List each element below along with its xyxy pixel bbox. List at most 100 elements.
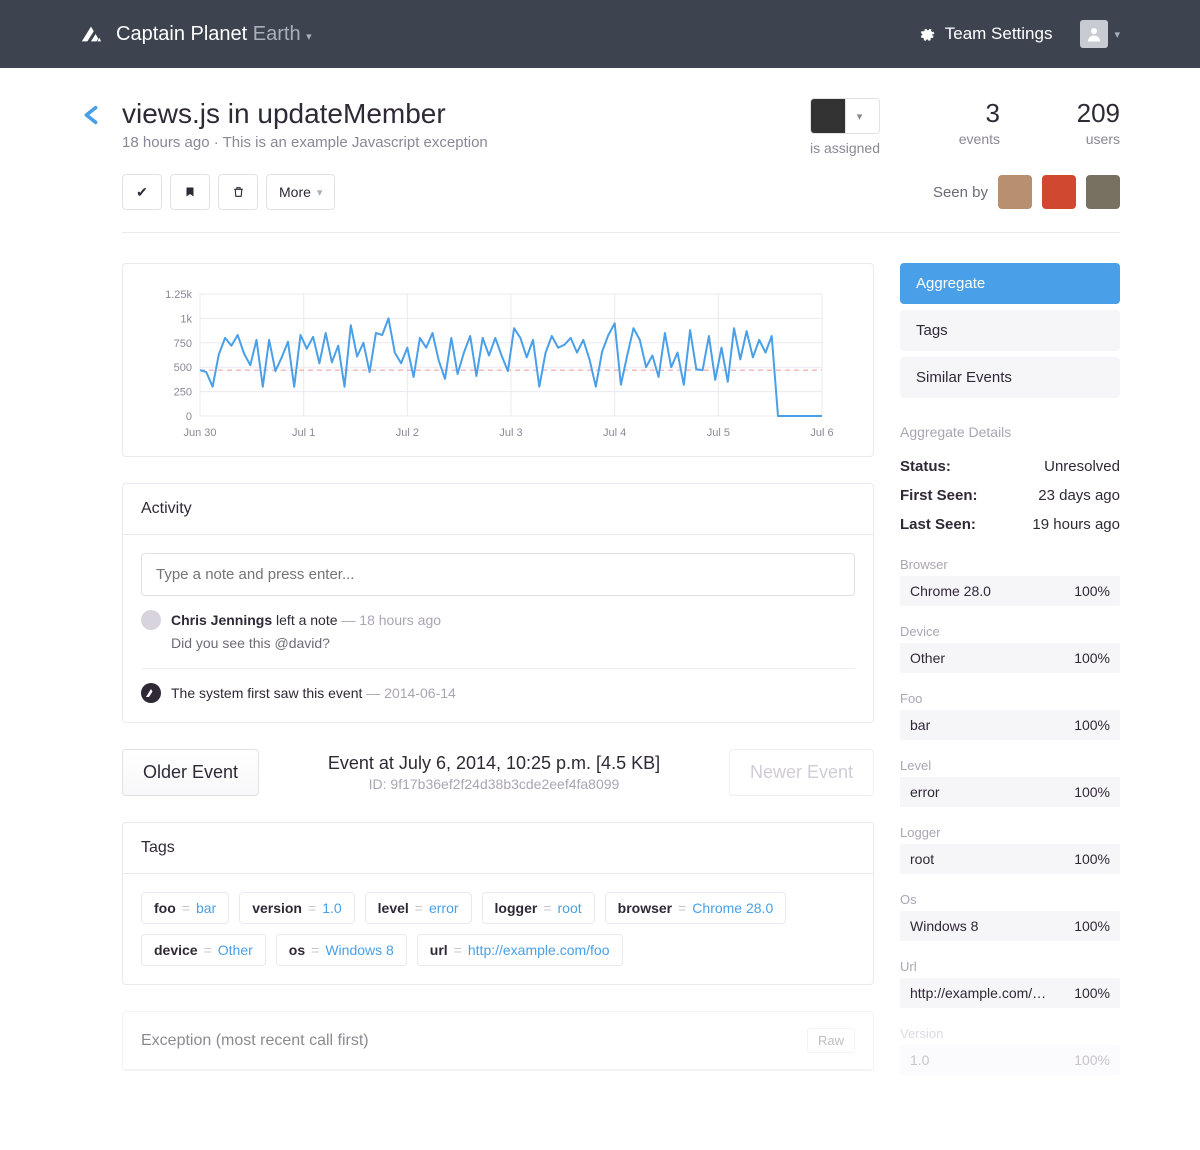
bookmark-button[interactable] — [170, 174, 210, 210]
user-menu[interactable]: ▾ — [1080, 20, 1120, 48]
activity-title: Activity — [123, 484, 873, 535]
chevron-down-icon: ▾ — [306, 31, 312, 43]
resolve-button[interactable]: ✔ — [122, 174, 162, 210]
tag-pill[interactable]: logger=root — [482, 892, 595, 924]
tag-pill[interactable]: url=http://example.com/foo — [417, 934, 623, 966]
facet-row[interactable]: root100% — [900, 844, 1120, 874]
svg-text:Jul 5: Jul 5 — [707, 427, 730, 439]
activity-panel: Activity Chris Jennings left a note — 18… — [122, 483, 874, 723]
chevron-left-icon — [80, 100, 102, 130]
seen-avatar[interactable] — [1042, 175, 1076, 209]
assignee-dropdown[interactable]: ▾ — [810, 98, 880, 134]
facet-row[interactable]: Windows 8100% — [900, 911, 1120, 941]
facet-title: Foo — [900, 691, 1120, 706]
svg-text:Jul 6: Jul 6 — [810, 427, 833, 439]
users-label: users — [1050, 131, 1120, 147]
delete-button[interactable] — [218, 174, 258, 210]
more-label: More — [279, 184, 311, 200]
facet-row[interactable]: bar100% — [900, 710, 1120, 740]
logo-icon — [80, 23, 102, 45]
project-name: Earth — [253, 23, 301, 45]
events-label: events — [930, 131, 1000, 147]
exception-panel: Exception (most recent call first) Raw — [122, 1011, 874, 1071]
svg-text:1.25k: 1.25k — [165, 289, 192, 301]
older-event-button[interactable]: Older Event — [122, 749, 259, 796]
facet-row[interactable]: 1.0100% — [900, 1045, 1120, 1075]
facet-title: Device — [900, 624, 1120, 639]
svg-text:500: 500 — [174, 362, 192, 374]
exception-title: Exception (most recent call first) — [141, 1032, 369, 1050]
activity-item: Chris Jennings left a note — 18 hours ag… — [141, 596, 855, 654]
seen-by-label: Seen by — [933, 184, 988, 201]
page-subtitle: 18 hours ago · This is an example Javasc… — [122, 134, 790, 151]
sidebar-tab[interactable]: Aggregate — [900, 263, 1120, 304]
facet-row[interactable]: Other100% — [900, 643, 1120, 673]
sidebar-tab[interactable]: Tags — [900, 310, 1120, 351]
svg-text:Jul 4: Jul 4 — [603, 427, 626, 439]
svg-text:1k: 1k — [180, 313, 192, 325]
tags-panel: Tags foo=bar version=1.0 level=error logger… — [122, 822, 874, 985]
events-chart-panel: 0 250 500 750 1k 1.25k Jun 30 Jul 1 Jul 2 Jul 3 Ju… — [122, 263, 874, 457]
check-icon: ✔ — [136, 184, 148, 201]
seen-avatar[interactable] — [1086, 175, 1120, 209]
chevron-down-icon: ▾ — [317, 186, 323, 199]
svg-text:750: 750 — [174, 338, 192, 350]
svg-text:250: 250 — [174, 387, 192, 399]
aggregate-details-title: Aggregate Details — [900, 424, 1120, 440]
event-id: ID: 9f17b36ef2f24d38b3cde2eef4fa8099 — [277, 776, 711, 792]
events-chart: 0 250 500 750 1k 1.25k Jun 30 Jul 1 Jul 2 Jul 3 Ju… — [135, 284, 849, 444]
bookmark-icon — [184, 185, 196, 199]
detail-row: First Seen:23 days ago — [900, 481, 1120, 510]
tags-title: Tags — [123, 823, 873, 874]
page-title: views.js in updateMember — [122, 98, 790, 130]
facet-title: Browser — [900, 557, 1120, 572]
user-icon — [141, 610, 161, 630]
assignee-avatar — [811, 99, 845, 133]
svg-text:Jun 30: Jun 30 — [183, 427, 216, 439]
assigned-label: is assigned — [810, 140, 880, 156]
team-settings-label: Team Settings — [945, 24, 1053, 44]
trash-icon — [232, 185, 245, 199]
note-input[interactable] — [141, 553, 855, 596]
seen-avatar[interactable] — [998, 175, 1032, 209]
facet-title: Logger — [900, 825, 1120, 840]
gear-icon — [918, 26, 935, 43]
chevron-down-icon: ▾ — [1114, 28, 1120, 41]
tag-pill[interactable]: device=Other — [141, 934, 266, 966]
tag-pill[interactable]: foo=bar — [141, 892, 229, 924]
newer-event-button: Newer Event — [729, 749, 874, 796]
raw-button[interactable]: Raw — [807, 1028, 855, 1053]
user-avatar-icon — [1080, 20, 1108, 48]
users-count: 209 — [1050, 98, 1120, 129]
facet-title: Os — [900, 892, 1120, 907]
event-title: Event at July 6, 2014, 10:25 p.m. [4.5 K… — [277, 753, 711, 774]
facet-row[interactable]: Chrome 28.0100% — [900, 576, 1120, 606]
top-nav: Captain Planet Earth ▾ Team Settings ▾ — [0, 0, 1200, 68]
svg-text:Jul 2: Jul 2 — [396, 427, 419, 439]
facet-title: Level — [900, 758, 1120, 773]
team-name: Captain Planet — [116, 23, 247, 45]
detail-row: Last Seen:19 hours ago — [900, 510, 1120, 539]
tag-pill[interactable]: os=Windows 8 — [276, 934, 407, 966]
facet-row[interactable]: error100% — [900, 777, 1120, 807]
facet-title: Url — [900, 959, 1120, 974]
facet-row[interactable]: http://example.com/…100% — [900, 978, 1120, 1008]
svg-text:Jul 1: Jul 1 — [292, 427, 315, 439]
svg-text:Jul 3: Jul 3 — [499, 427, 522, 439]
sidebar-tab[interactable]: Similar Events — [900, 357, 1120, 398]
chevron-down-icon: ▾ — [845, 99, 873, 133]
svg-text:0: 0 — [186, 411, 192, 423]
tag-pill[interactable]: version=1.0 — [239, 892, 354, 924]
system-icon — [141, 683, 161, 703]
tag-pill[interactable]: level=error — [365, 892, 472, 924]
activity-item: The system first saw this event — 2014-0… — [141, 668, 855, 704]
more-button[interactable]: More ▾ — [266, 174, 335, 210]
events-count: 3 — [930, 98, 1000, 129]
team-switcher[interactable]: Captain Planet Earth ▾ — [80, 23, 312, 46]
divider — [122, 232, 1120, 233]
team-settings-link[interactable]: Team Settings — [918, 24, 1053, 44]
facet-title: Version — [900, 1026, 1120, 1041]
tag-pill[interactable]: browser=Chrome 28.0 — [605, 892, 787, 924]
detail-row: Status:Unresolved — [900, 452, 1120, 481]
back-button[interactable] — [80, 100, 102, 138]
